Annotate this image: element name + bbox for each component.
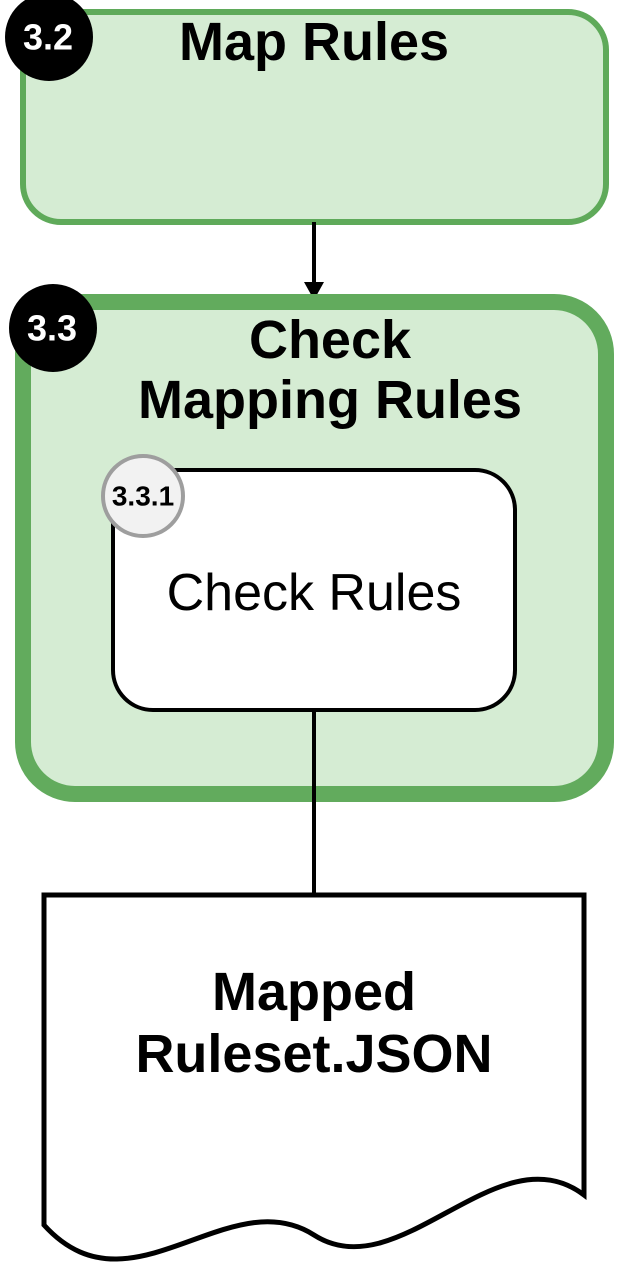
- doc-title-line2: Ruleset.JSON: [135, 1024, 492, 1084]
- title-check-rules: Check Rules: [167, 564, 462, 622]
- doc-title-line1: Mapped: [212, 962, 416, 1022]
- title-check-mapping-line2: Mapping Rules: [138, 370, 522, 430]
- flowchart-diagram: 3.2 Map Rules 3.3 Check Mapping Rules 3.…: [0, 0, 633, 1287]
- node-map-rules: 3.2 Map Rules: [5, 0, 606, 222]
- badge-3-2: 3.2: [23, 17, 73, 58]
- node-check-mapping-rules: 3.3 Check Mapping Rules 3.3.1 Check Rule…: [9, 284, 606, 794]
- title-check-mapping-line1: Check: [249, 310, 412, 370]
- node-output-document: Mapped Ruleset.JSON: [44, 895, 584, 1259]
- badge-3-3-1: 3.3.1: [112, 481, 174, 512]
- subnode-check-rules: 3.3.1 Check Rules: [103, 456, 515, 710]
- title-map-rules: Map Rules: [179, 12, 449, 72]
- connector-1: [304, 222, 324, 300]
- badge-3-3: 3.3: [27, 308, 77, 349]
